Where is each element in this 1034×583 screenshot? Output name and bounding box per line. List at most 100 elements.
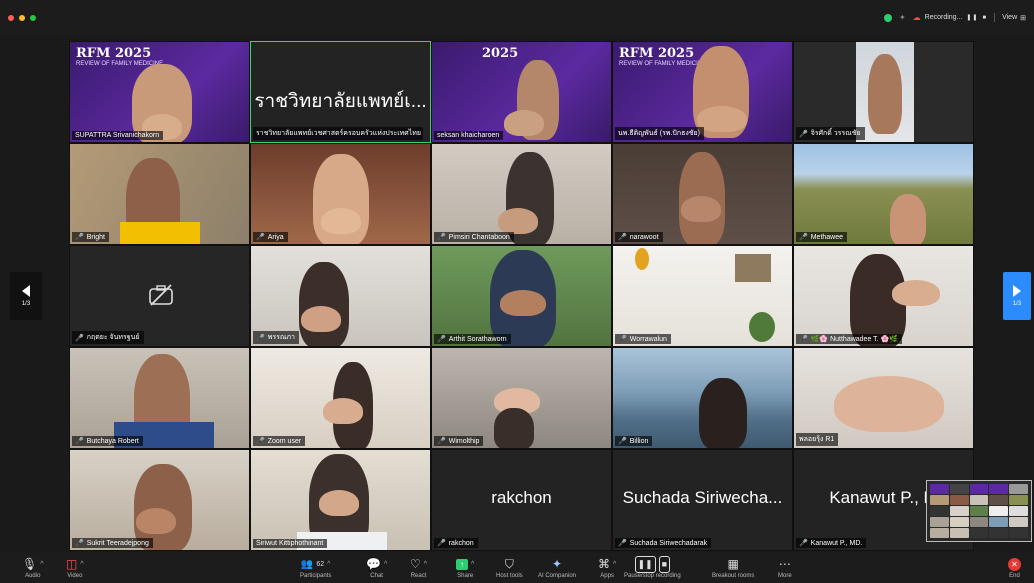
end-meeting-button[interactable]: ✕ End: [1008, 557, 1021, 579]
video-tile[interactable]: 🎤 Methawee: [793, 143, 974, 245]
share-button[interactable]: ↑ ^ Share: [456, 557, 474, 579]
mic-muted-icon: 🎤: [618, 540, 627, 547]
video-tile[interactable]: 🎤 🌿🌸 Nutthawadee T. 🌸🌿: [793, 245, 974, 347]
chat-button[interactable]: 💬 ^ Chat: [366, 557, 387, 579]
video-tile[interactable]: RFM 2025 REVIEW OF FAMILY MEDICINE นพ.ธีต…: [612, 41, 793, 143]
camera-off-icon: [149, 284, 173, 306]
video-tile[interactable]: Siriwut Kittiphothinant: [250, 449, 431, 551]
video-tile[interactable]: 🎤 Pimsiri Chantaboon: [431, 143, 612, 245]
minimize-window-button[interactable]: [19, 15, 25, 21]
participant-nameplate: seksan khaicharoen: [434, 131, 504, 140]
video-tile[interactable]: 🎤 กฤตยะ จันทรฐนย์: [69, 245, 250, 347]
mic-muted-icon: 🎤: [75, 234, 84, 241]
participant-nameplate: นพ.ธีติญพันธ์ (รพ.ปักธงชัย): [615, 127, 704, 140]
mic-muted-icon: 🎤: [437, 438, 446, 445]
participant-nameplate: 🎤 จิรศักดิ์ วรรณชัย: [796, 127, 865, 140]
previous-page-button[interactable]: 1/3: [10, 272, 42, 320]
video-tile[interactable]: 🎤 พรรณภา: [250, 245, 431, 347]
more-button[interactable]: ⋯ More: [778, 557, 792, 579]
self-view-thumbnail[interactable]: [926, 480, 1032, 542]
chevron-up-icon[interactable]: ^: [384, 557, 387, 572]
video-tile[interactable]: RFM 2025 REVIEW OF FAMILY MEDICINE SUPATT…: [69, 41, 250, 143]
participant-nameplate: 🎤 กฤตยะ จันทรฐนย์: [72, 331, 144, 344]
mic-muted-icon: 🎤: [618, 336, 627, 343]
participant-display-name: rakchon: [491, 488, 552, 507]
video-tile[interactable]: 🎤 Zoom user: [250, 347, 431, 449]
ai-sparkle-icon[interactable]: ✦: [899, 13, 906, 22]
video-tile[interactable]: Suchada Siriwecha... 🎤 Suchada Siriwechad…: [612, 449, 793, 551]
self-view-gallery-preview: [927, 481, 1031, 541]
participants-count: 62: [316, 561, 325, 568]
video-tile[interactable]: rakchon 🎤 rakchon: [431, 449, 612, 551]
chevron-up-icon[interactable]: ^: [471, 557, 474, 572]
mic-muted-icon: 🎤: [75, 334, 84, 342]
video-tile[interactable]: ราชวิทยาลัยแพทย์เ... ราชวิทยาลัยแพทย์เวช…: [250, 41, 431, 143]
stop-icon: ■: [658, 556, 671, 573]
chat-label: Chat: [370, 573, 383, 579]
video-tile[interactable]: 🎤 narawoot: [612, 143, 793, 245]
video-tile[interactable]: 2025 seksan khaicharoen: [431, 41, 612, 143]
breakout-rooms-button[interactable]: ▦ Breakout rooms: [712, 557, 754, 579]
share-screen-icon: ↑: [456, 559, 468, 570]
next-page-button[interactable]: 1/3: [1003, 272, 1031, 320]
participant-nameplate: 🎤 Pimsiri Chantaboon: [434, 232, 514, 242]
audio-button[interactable]: 🎙 ^ Audio: [22, 557, 44, 579]
chevron-up-icon[interactable]: ^: [327, 557, 330, 572]
video-tile[interactable]: 🎤 Butchaya Robert: [69, 347, 250, 449]
chevron-up-icon[interactable]: ^: [40, 557, 43, 572]
video-tile[interactable]: 🎤 Worrawalun: [612, 245, 793, 347]
video-tile[interactable]: 🎤 Sukrit Teeradejpong: [69, 449, 250, 551]
video-tile[interactable]: 🎤 Billion: [612, 347, 793, 449]
apps-label: Apps: [600, 573, 614, 579]
participant-nameplate: 🎤 Sukrit Teeradejpong: [72, 538, 153, 548]
chevron-up-icon[interactable]: ^: [424, 557, 427, 572]
participant-nameplate: 🎤 Arthit Sorathaworn: [434, 334, 511, 344]
apps-button[interactable]: ⌘ ^ Apps: [598, 557, 616, 579]
video-tile[interactable]: พลอยรุ้ง R1: [793, 347, 974, 449]
cloud-recording-icon: ☁: [912, 13, 921, 22]
video-tile[interactable]: 🎤 Wimolthip: [431, 347, 612, 449]
recording-indicator[interactable]: ☁ Recording... ❚❚ ■: [913, 13, 987, 22]
zoom-window-button[interactable]: [30, 15, 36, 21]
participants-button[interactable]: 👥 62 ^ Participants: [300, 557, 331, 579]
react-button[interactable]: ♡ ^ React: [410, 557, 427, 579]
grid-icon: ⊞: [1020, 14, 1026, 22]
breakout-rooms-label: Breakout rooms: [712, 573, 755, 579]
mic-muted-icon: 🎤: [799, 540, 808, 547]
pause-icon[interactable]: ❚❚: [966, 14, 978, 21]
end-label: End: [1009, 573, 1020, 579]
mic-muted-icon: 🎤: [799, 234, 808, 241]
video-button[interactable]: ◫ ^ Video: [66, 557, 84, 579]
video-tile[interactable]: 🎤 Arthit Sorathaworn: [431, 245, 612, 347]
ai-sparkle-icon: ✦: [551, 557, 563, 571]
chevron-up-icon[interactable]: ^: [80, 557, 83, 572]
ai-companion-button[interactable]: ✦ AI Companion: [538, 557, 576, 579]
gallery-view: RFM 2025 REVIEW OF FAMILY MEDICINE SUPATT…: [69, 41, 974, 551]
video-tile[interactable]: 🎤 Bright: [69, 143, 250, 245]
participants-label: Participants: [300, 573, 332, 579]
rfm-logo: RFM 2025 REVIEW OF FAMILY MEDICINE: [619, 46, 707, 67]
view-button[interactable]: View ⊞: [1002, 14, 1026, 22]
video-tile[interactable]: 🎤 จิรศักดิ์ วรรณชัย: [793, 41, 974, 143]
microphone-icon: 🎙: [22, 557, 38, 571]
title-bar: ✦ ☁ Recording... ❚❚ ■ View ⊞: [0, 0, 1034, 36]
stop-icon[interactable]: ■: [982, 15, 987, 21]
participant-nameplate: ราชวิทยาลัยแพทย์เวชศาสตร์ครอบครัวแห่งประ…: [253, 127, 423, 140]
meeting-toolbar: 🎙 ^ Audio ◫ ^ Video 👥 62 ^ Participants 💬 ^ C…: [0, 553, 1034, 583]
shield-icon: ⛉: [504, 557, 514, 571]
mic-muted-icon: 🎤: [256, 234, 265, 241]
host-tools-button[interactable]: ⛉ Host tools: [496, 557, 523, 579]
participant-nameplate: 🎤 Zoom user: [253, 436, 306, 446]
ai-companion-label: AI Companion: [538, 573, 577, 579]
chevron-up-icon[interactable]: ^: [613, 557, 616, 572]
close-window-button[interactable]: [8, 15, 14, 21]
arrow-left-icon: [22, 285, 30, 297]
mic-muted-icon: 🎤: [437, 540, 446, 547]
video-label: Video: [67, 573, 83, 579]
mic-muted-icon: 🎤: [75, 540, 84, 547]
pause-stop-recording-button[interactable]: ❚❚ ■ Pause/stop recording: [624, 556, 681, 579]
recording-label: Recording...: [924, 14, 963, 21]
encryption-shield-icon[interactable]: [883, 13, 892, 22]
participant-nameplate: 🎤 พรรณภา: [253, 331, 299, 344]
video-tile[interactable]: 🎤 Ariya: [250, 143, 431, 245]
